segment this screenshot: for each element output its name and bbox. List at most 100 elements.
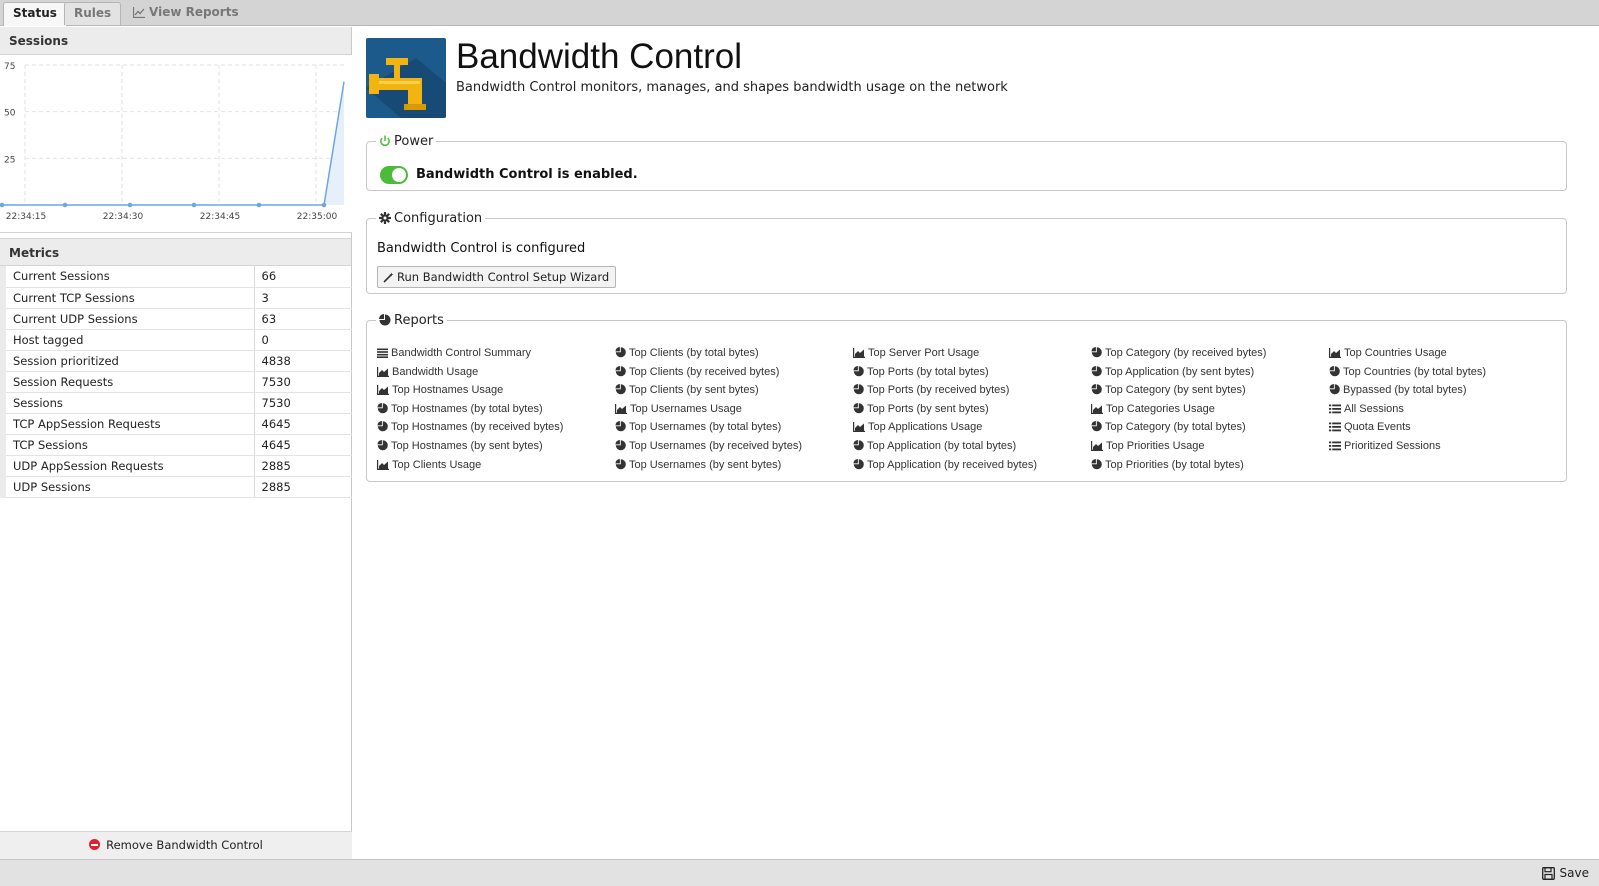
report-link[interactable]: Top Server Port Usage [853,344,1037,363]
report-link[interactable]: Top Clients (by sent bytes) [615,381,802,400]
report-link[interactable]: Quota Events [1329,418,1486,437]
report-link[interactable]: Top Category (by total bytes) [1091,418,1266,437]
pie-chart-icon [615,421,626,432]
pie-chart-icon [853,439,864,451]
area-chart-icon [377,459,389,470]
area-chart-icon [1329,348,1341,358]
tab-status[interactable]: Status [3,2,67,26]
metric-value: 0 [254,329,352,351]
setup-wizard-button[interactable]: Run Bandwidth Control Setup Wizard [377,266,617,288]
report-link[interactable]: Top Usernames Usage [615,400,802,419]
report-link-label: Top Category (by sent bytes) [1105,384,1246,397]
report-link[interactable]: Bandwidth Control Summary [377,344,563,363]
report-link[interactable]: Top Usernames (by sent bytes) [615,456,802,475]
x-tick-label: 22:34:30 [103,212,144,222]
magic-wand-icon [383,272,394,283]
report-link[interactable]: Top Hostnames (by sent bytes) [377,437,563,456]
save-button[interactable]: Save [1541,864,1589,883]
metric-value: 2885 [254,455,352,477]
y-tick-label: 25 [4,155,15,165]
pie-chart-icon [377,439,388,451]
metric-name: Current Sessions [0,266,255,288]
report-link-label: Bandwidth Usage [392,365,479,378]
report-link-label: Top Usernames (by total bytes) [629,421,782,434]
pie-chart-icon [1091,458,1102,469]
pie-chart-icon [1091,365,1102,376]
report-link[interactable]: Top Clients (by total bytes) [615,344,802,363]
report-link[interactable]: Top Countries Usage [1329,344,1486,363]
report-link[interactable]: Top Priorities Usage [1091,437,1266,456]
report-link[interactable]: Top Ports (by total bytes) [853,363,1037,382]
tab-view-reports[interactable]: View Reports [124,2,248,25]
report-link[interactable]: Top Categories Usage [1091,400,1266,419]
pie-chart-icon [853,384,864,395]
area-chart-icon [853,422,865,433]
report-link[interactable]: Top Usernames (by received bytes) [615,437,802,456]
metric-value: 4645 [254,413,352,435]
configuration-legend-label: Configuration [394,211,483,226]
area-chart-icon [1091,403,1103,414]
metric-value: 4645 [254,434,352,456]
report-link[interactable]: Top Clients Usage [377,456,563,475]
pie-chart-icon [1091,421,1102,432]
report-link[interactable]: Top Hostnames (by received bytes) [377,418,563,437]
report-link-label: Top Usernames (by sent bytes) [629,458,782,471]
report-link[interactable]: Top Category (by received bytes) [1091,344,1266,363]
power-toggle[interactable] [380,166,408,184]
metric-value: 4838 [254,350,352,372]
report-link-label: Top Application (by total bytes) [867,439,1017,452]
report-link[interactable]: Top Priorities (by total bytes) [1091,456,1266,475]
report-link[interactable]: Top Ports (by sent bytes) [853,400,1037,419]
reports-column: Bandwidth Control Summary Bandwidth Usage… [377,344,563,474]
table-icon [1329,422,1341,432]
pie-chart-icon [1091,347,1102,358]
metric-row: Current TCP Sessions 3 [0,287,352,309]
tab-rules[interactable]: Rules [64,2,122,25]
data-point [127,202,133,208]
report-link[interactable]: Top Ports (by received bytes) [853,381,1037,400]
remove-icon [89,839,101,850]
gear-icon [379,212,391,224]
report-link-label: Top Clients (by total bytes) [629,347,759,359]
left-panel: Sessions 75 50 25 22:34:15 22:34:30 22:34:45 2… [0,27,352,859]
metric-name: Session Requests [0,371,255,393]
metric-row: Session Requests 7530 [0,371,352,393]
report-link-label: Top Usernames (by received bytes) [629,439,803,452]
report-link[interactable]: Top Application (by received bytes) [853,456,1037,475]
line-chart-icon [132,7,145,19]
metric-name: TCP Sessions [0,434,255,456]
pie-chart-icon [853,458,864,469]
report-link-label: Top Categories Usage [1106,402,1215,415]
configuration-section: Configuration Bandwidth Control is confi… [366,211,1567,294]
report-link[interactable]: Top Application (by sent bytes) [1091,363,1266,382]
reports-column: Top Clients (by total bytes) Top Clients … [615,344,802,474]
pie-chart-icon [1329,384,1340,395]
report-link[interactable]: Top Applications Usage [853,418,1037,437]
metric-value: 66 [254,266,352,288]
report-link[interactable]: Top Hostnames Usage [377,381,563,400]
pie-chart-icon [1329,365,1340,376]
report-link[interactable]: Top Hostnames (by total bytes) [377,400,563,419]
reports-legend-label: Reports [394,313,444,328]
remove-app-label: Remove Bandwidth Control [106,838,263,852]
report-link[interactable]: Top Countries (by total bytes) [1329,363,1486,382]
report-link[interactable]: Bandwidth Usage [377,363,563,382]
report-link-label: Top Ports (by total bytes) [867,365,989,378]
report-link[interactable]: All Sessions [1329,400,1486,419]
report-link-label: Top Ports (by received bytes) [867,384,1010,397]
report-link[interactable]: Prioritized Sessions [1329,437,1486,456]
report-link[interactable]: Top Clients (by received bytes) [615,363,802,382]
faucet-icon [366,38,446,118]
report-link[interactable]: Top Category (by sent bytes) [1091,381,1266,400]
metric-row: Host tagged 0 [0,329,352,351]
metric-name: Current TCP Sessions [0,287,255,309]
remove-app-button[interactable]: Remove Bandwidth Control [0,831,352,859]
report-link[interactable]: Bypassed (by total bytes) [1329,381,1486,400]
metric-value: 63 [254,308,352,330]
metric-row: Sessions 7530 [0,392,352,414]
report-link-label: Top Category (by received bytes) [1105,347,1267,359]
report-link[interactable]: Top Application (by total bytes) [853,437,1037,456]
power-status-text: Bandwidth Control is enabled. [416,167,638,182]
report-link[interactable]: Top Usernames (by total bytes) [615,418,802,437]
metric-row: Session prioritized 4838 [0,350,352,372]
